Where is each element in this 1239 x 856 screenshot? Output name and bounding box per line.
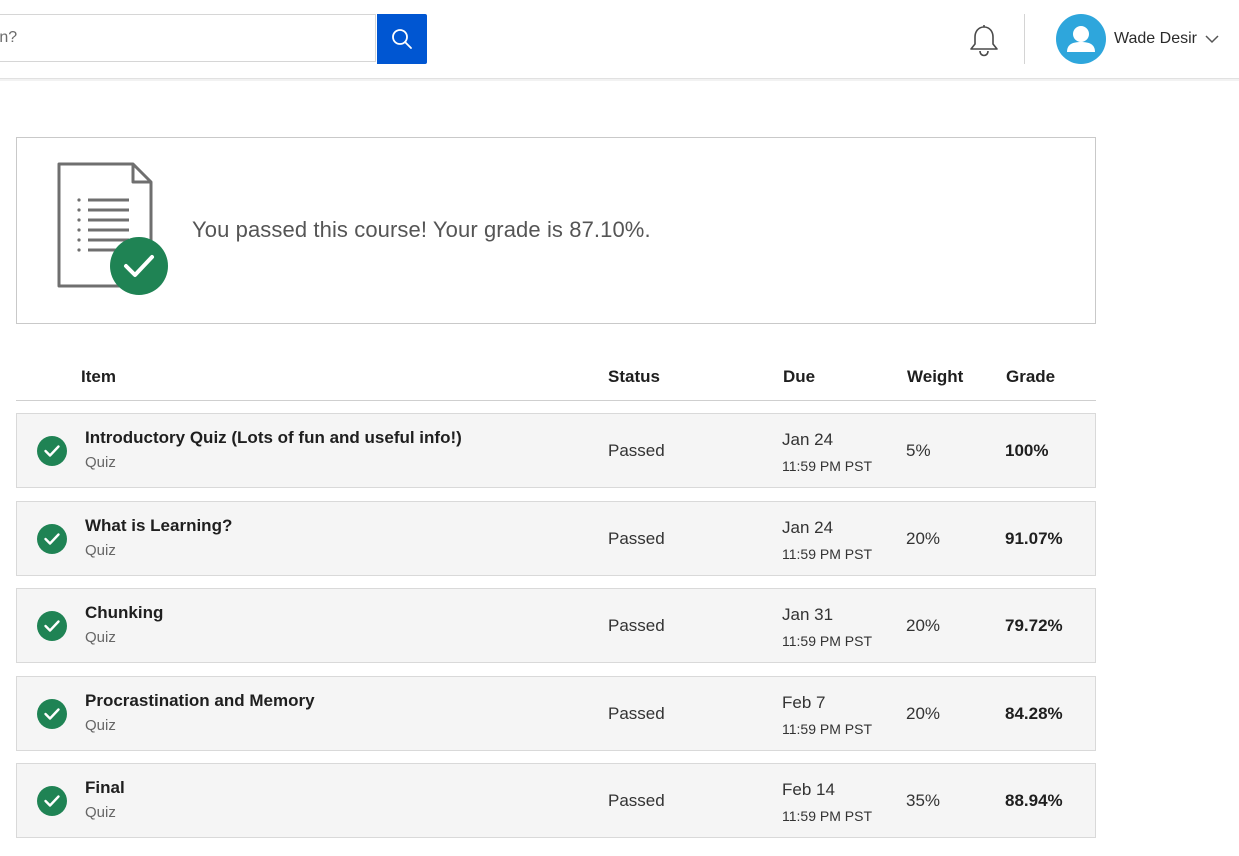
chevron-down-icon [1205, 35, 1219, 44]
item-type: Quiz [85, 454, 116, 471]
item-due-date: Feb 7 [782, 693, 826, 712]
bell-icon[interactable] [968, 24, 1000, 58]
item-grade: 88.94% [1005, 791, 1063, 810]
table-row[interactable]: Procrastination and Memory Quiz Passed F… [16, 676, 1096, 751]
item-due-time: 11:59 PM PST [782, 458, 873, 474]
item-due-date: Jan 31 [782, 605, 834, 624]
search-icon [392, 29, 412, 49]
item-weight: 35% [906, 791, 941, 810]
check-circle-icon [37, 436, 67, 466]
item-title-link[interactable]: Chunking [85, 603, 163, 623]
grades-table-header: Item Status Due Weight Grade [16, 355, 1096, 401]
item-due-date: Jan 24 [782, 518, 834, 537]
item-title-link[interactable]: Final [85, 778, 125, 798]
item-status: Passed [608, 791, 665, 810]
item-due-time: 11:59 PM PST [782, 808, 873, 824]
table-row[interactable]: Chunking Quiz Passed Jan 31 11:59 PM PST… [16, 588, 1096, 663]
item-status: Passed [608, 529, 665, 548]
item-grade: 100% [1005, 441, 1049, 460]
item-type: Quiz [85, 629, 116, 646]
column-header-due: Due [783, 367, 816, 386]
user-name: Wade Desir [1114, 30, 1197, 47]
item-grade: 91.07% [1005, 529, 1063, 548]
item-status: Passed [608, 704, 665, 723]
top-header: Wade Desir [0, 0, 1239, 79]
table-row[interactable]: What is Learning? Quiz Passed Jan 24 11:… [16, 501, 1096, 576]
course-passed-banner: You passed this course! Your grade is 87… [16, 137, 1096, 324]
item-title-link[interactable]: Introductory Quiz (Lots of fun and usefu… [85, 428, 462, 448]
item-type: Quiz [85, 717, 116, 734]
item-weight: 20% [906, 704, 941, 723]
item-title-link[interactable]: Procrastination and Memory [85, 691, 315, 711]
column-header-weight: Weight [907, 367, 964, 386]
document-check-icon [57, 162, 168, 295]
item-status: Passed [608, 441, 665, 460]
item-weight: 5% [906, 441, 931, 460]
column-header-grade: Grade [1006, 367, 1056, 386]
item-weight: 20% [906, 616, 941, 635]
column-header-status: Status [608, 367, 660, 386]
item-due-time: 11:59 PM PST [782, 546, 873, 562]
course-grade-message: You passed this course! Your grade is 87… [192, 217, 651, 242]
search-box[interactable] [0, 14, 376, 62]
table-row[interactable]: Introductory Quiz (Lots of fun and usefu… [16, 413, 1096, 488]
item-grade: 79.72% [1005, 616, 1063, 635]
user-avatar-icon [1056, 14, 1106, 64]
item-type: Quiz [85, 804, 116, 821]
item-grade: 84.28% [1005, 704, 1063, 723]
item-due-date: Feb 14 [782, 780, 835, 799]
header-shadow [0, 79, 1239, 81]
search-input[interactable] [0, 15, 371, 61]
item-status: Passed [608, 616, 665, 635]
search-button[interactable] [377, 14, 427, 64]
user-menu[interactable]: Wade Desir [1056, 14, 1219, 64]
item-type: Quiz [85, 542, 116, 559]
item-title-link[interactable]: What is Learning? [85, 516, 232, 536]
column-header-item: Item [81, 367, 116, 386]
check-circle-icon [37, 611, 67, 641]
header-divider [1024, 14, 1025, 64]
item-due-time: 11:59 PM PST [782, 633, 873, 649]
item-weight: 20% [906, 529, 941, 548]
check-circle-icon [37, 699, 67, 729]
item-due-time: 11:59 PM PST [782, 721, 873, 737]
table-row[interactable]: Final Quiz Passed Feb 14 11:59 PM PST 35… [16, 763, 1096, 838]
item-due-date: Jan 24 [782, 430, 834, 449]
check-circle-icon [37, 786, 67, 816]
check-circle-icon [37, 524, 67, 554]
